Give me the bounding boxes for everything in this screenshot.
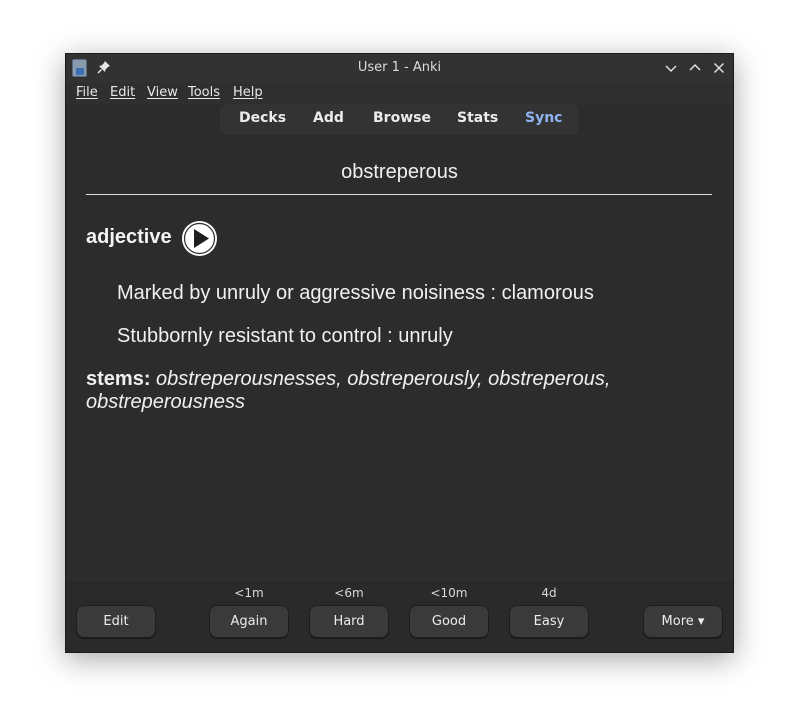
maximize-icon[interactable] (688, 61, 702, 75)
anki-window: User 1 - Anki File Edit View Tools Help … (65, 53, 734, 653)
definition-2: Stubbornly resistant to control : unruly (117, 325, 453, 347)
toolbar-sync[interactable]: Sync (525, 110, 562, 126)
stems-label: stems: (86, 368, 151, 390)
play-audio-icon[interactable] (181, 220, 218, 257)
more-button[interactable]: More ▾ (643, 605, 723, 638)
title-bar: User 1 - Anki (66, 54, 733, 82)
answer-bar: Edit <1m Again <6m Hard <10m Good 4d Eas… (66, 582, 733, 652)
again-button[interactable]: Again (209, 605, 289, 638)
definition-1: Marked by unruly or aggressive noisiness… (117, 282, 594, 304)
toolbar-stats[interactable]: Stats (457, 110, 498, 126)
main-toolbar: Decks Add Browse Stats Sync (220, 104, 578, 135)
part-of-speech: adjective (86, 226, 172, 248)
stems-list-line2: obstreperousness (86, 391, 245, 413)
again-interval: <1m (234, 586, 264, 600)
good-interval: <10m (430, 586, 468, 600)
menu-bar: File Edit View Tools Help (66, 82, 733, 104)
stems-list-line1: obstreperousnesses, obstreperously, obst… (156, 368, 611, 390)
card-divider (86, 194, 712, 195)
toolbar-add[interactable]: Add (313, 110, 344, 126)
close-icon[interactable] (712, 61, 726, 75)
card-word: obstreperous (341, 161, 458, 183)
menu-tools[interactable]: Tools (188, 85, 220, 100)
easy-button[interactable]: Easy (509, 605, 589, 638)
menu-help[interactable]: Help (233, 85, 263, 100)
menu-view[interactable]: View (147, 85, 178, 100)
easy-interval: 4d (541, 586, 557, 600)
window-title: User 1 - Anki (357, 60, 442, 75)
menu-edit[interactable]: Edit (110, 85, 135, 100)
hard-button[interactable]: Hard (309, 605, 389, 638)
toolbar-decks[interactable]: Decks (239, 110, 286, 126)
menu-file[interactable]: File (76, 85, 98, 100)
stems: stems: obstreperousnesses, obstreperousl… (86, 368, 686, 414)
edit-button[interactable]: Edit (76, 605, 156, 638)
hard-interval: <6m (334, 586, 364, 600)
good-button[interactable]: Good (409, 605, 489, 638)
minimize-icon[interactable] (664, 61, 678, 75)
toolbar-browse[interactable]: Browse (373, 110, 431, 126)
